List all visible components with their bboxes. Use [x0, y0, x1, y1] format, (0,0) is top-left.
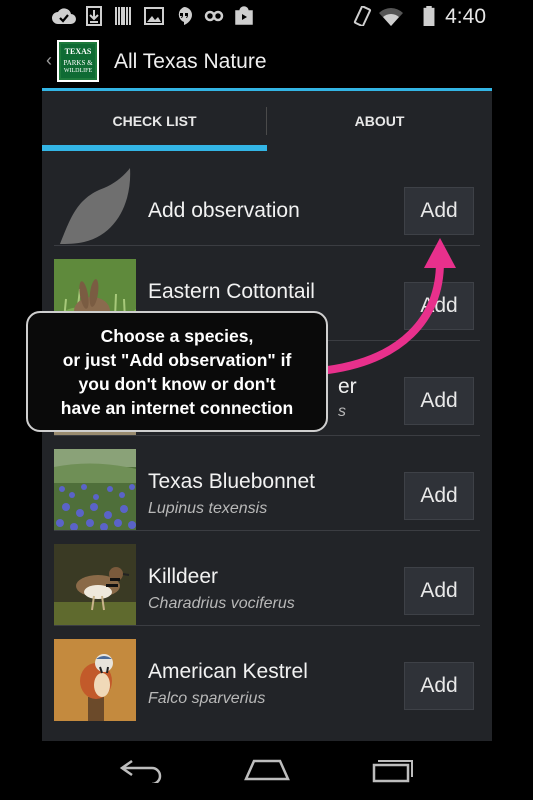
species-scientific-name: s [338, 403, 346, 420]
up-caret-icon[interactable]: ‹ [46, 50, 52, 71]
list-item[interactable]: Killdeer Charadrius vociferus Add [54, 531, 480, 626]
list-item[interactable]: Texas Bluebonnet Lupinus texensis Add [54, 436, 480, 531]
vibrate-icon [353, 6, 372, 26]
tab-bar: CHECK LIST ABOUT [42, 91, 492, 151]
hangouts-icon [178, 7, 192, 25]
add-button[interactable]: Add [404, 567, 474, 615]
navigation-bar [0, 741, 533, 800]
tab-about[interactable]: ABOUT [267, 91, 492, 151]
action-bar: ‹ TEXAS PARKS & WILDLIFE All Texas Natur… [42, 33, 492, 89]
species-name: Texas Bluebonnet [148, 470, 315, 493]
add-button[interactable]: Add [404, 187, 474, 235]
species-name: American Kestrel [148, 660, 308, 683]
app-title: All Texas Nature [114, 50, 267, 73]
logo-line-3: WILDLIFE [63, 68, 93, 74]
callout-line-3: you don't know or don't [78, 374, 276, 394]
logo-line-2: PARKS & [63, 59, 93, 67]
species-list: Add observation Add Eastern Cottontail A… [42, 151, 492, 741]
species-scientific-name: Lupinus texensis [148, 500, 268, 517]
list-item-add-observation[interactable]: Add observation Add [54, 151, 480, 246]
species-photo [54, 449, 136, 531]
species-photo [54, 639, 136, 721]
app-logo[interactable]: TEXAS PARKS & WILDLIFE [57, 40, 99, 82]
wifi-icon [379, 8, 403, 26]
list-item[interactable]: American Kestrel Falco sparverius Add [54, 626, 480, 721]
clock: 4:40 [445, 5, 486, 28]
species-name: er [338, 375, 357, 398]
leaf-icon [60, 168, 131, 244]
status-bar: 4:40 [0, 0, 533, 33]
callout-line-2: or just "Add observation" if [62, 350, 292, 370]
logo-line-1: TEXAS [64, 47, 92, 56]
home-icon[interactable] [242, 755, 292, 783]
tab-check-list[interactable]: CHECK LIST [42, 91, 267, 151]
battery-icon [423, 6, 435, 26]
species-scientific-name: Falco sparverius [148, 690, 266, 707]
species-scientific-name: Charadrius vociferus [148, 595, 295, 612]
barcode-icon [115, 7, 131, 25]
species-name: Eastern Cottontail [148, 280, 315, 303]
link-icon [204, 10, 224, 22]
callout-line-1: Choose a species, [100, 326, 254, 346]
play-store-icon [235, 6, 253, 25]
add-button[interactable]: Add [404, 662, 474, 710]
add-button[interactable]: Add [404, 472, 474, 520]
species-name: Killdeer [148, 565, 219, 588]
add-button[interactable]: Add [404, 377, 474, 425]
species-photo [54, 544, 136, 626]
back-icon[interactable] [118, 755, 164, 783]
image-icon [144, 7, 164, 25]
add-observation-label: Add observation [148, 199, 300, 222]
add-button[interactable]: Add [404, 282, 474, 330]
tutorial-callout: Choose a species, or just "Add observati… [26, 311, 328, 432]
download-icon [86, 6, 102, 26]
callout-line-4: have an internet connection [60, 398, 294, 418]
recent-apps-icon[interactable] [370, 755, 416, 783]
check-circle-icon [52, 8, 76, 24]
